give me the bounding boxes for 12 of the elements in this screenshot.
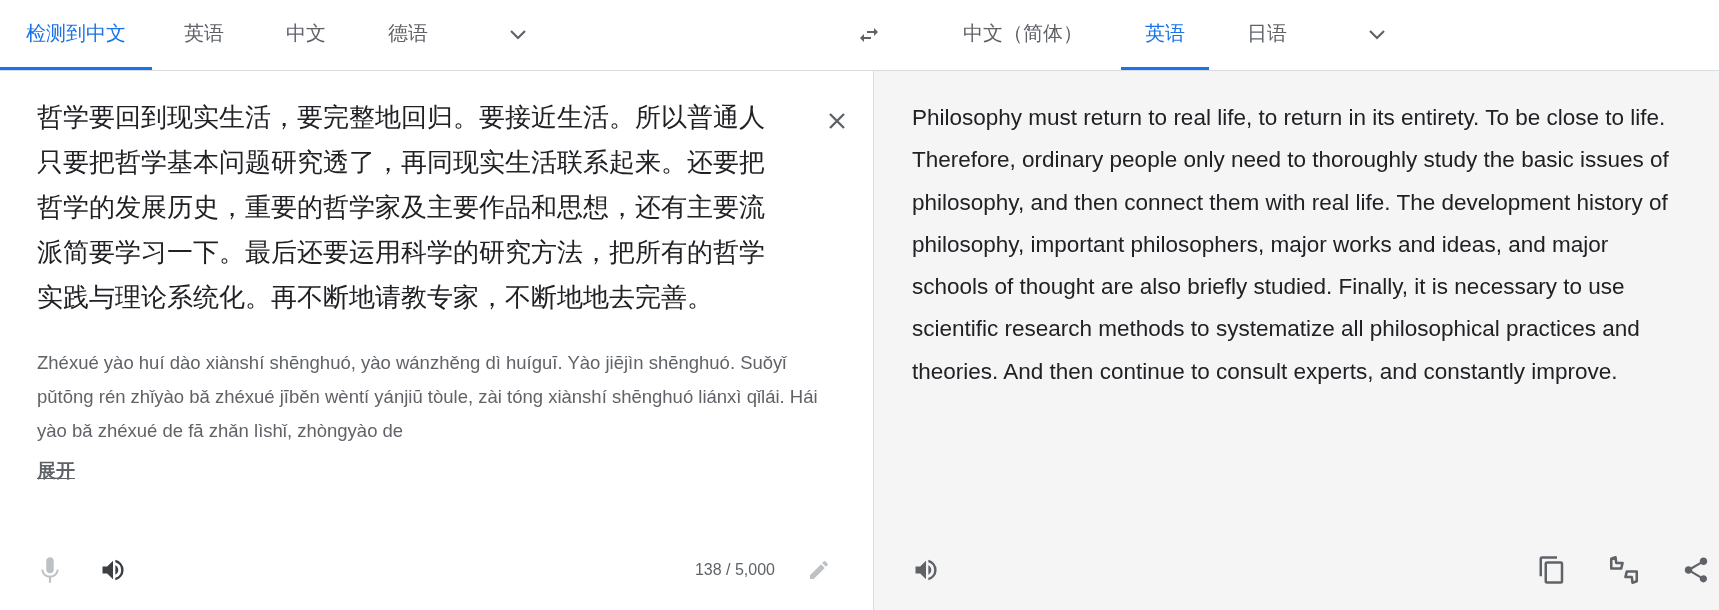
language-tab[interactable]: 检测到中文 (0, 0, 152, 70)
language-tab[interactable]: 中文 (262, 0, 350, 70)
language-tab[interactable]: 德语 (364, 0, 452, 70)
character-count: 138 / 5,000 (694, 561, 775, 579)
language-tab[interactable]: 日语 (1223, 0, 1311, 70)
translation-text: Philosophy must return to real life, to return in its entirety. To be close to life. Therefore, ordinary people only need to thoroughly study the basic issues of philosophy, and then connect them with real life. The development history of philosophy, important philosophers, major works and ideas, and major schools of thought are also briefly studied. Finally, it is necessary to use scientific research methods to systematize all philosophical practices and theories. And then continue to consult experts, and constantly improve. (912, 104, 1670, 386)
thumbs-up-down-icon[interactable] (1607, 553, 1641, 587)
language-tab[interactable]: 中文（简体） (939, 0, 1107, 70)
language-tab[interactable]: 英语 (160, 0, 248, 70)
expand-link[interactable]: 展开 (37, 458, 75, 484)
source-text: 哲学要回到现实生活，要完整地回归。要接近生活。所以普通人只要把哲学基本问题研究透了，再同现实生活联系起来。还要把哲学的发展历史，重要的哲学家及主要作品和思想，还有主要流派简要学习一下。最后还要运用科学的研究方法，把所有的哲学实践与理论系统化。再不断地请教专家，不断地地去完善。 (37, 101, 766, 314)
pinyin-text: Zhéxué yào huí dào xiànshí shēnghuó, yào wánzhěng dì huíguī. Yào jiējìn shēnghuó. Suǒyǐ pǔtōng rén zhǐyào bǎ zhéxué jīběn wèntí yánjiū tòule, zài tóng xiànshí shēnghuó liánxì qǐlái. Hái yào bǎ zhéxué de fā zhǎn lìshǐ, zhòngyào de (37, 351, 819, 443)
